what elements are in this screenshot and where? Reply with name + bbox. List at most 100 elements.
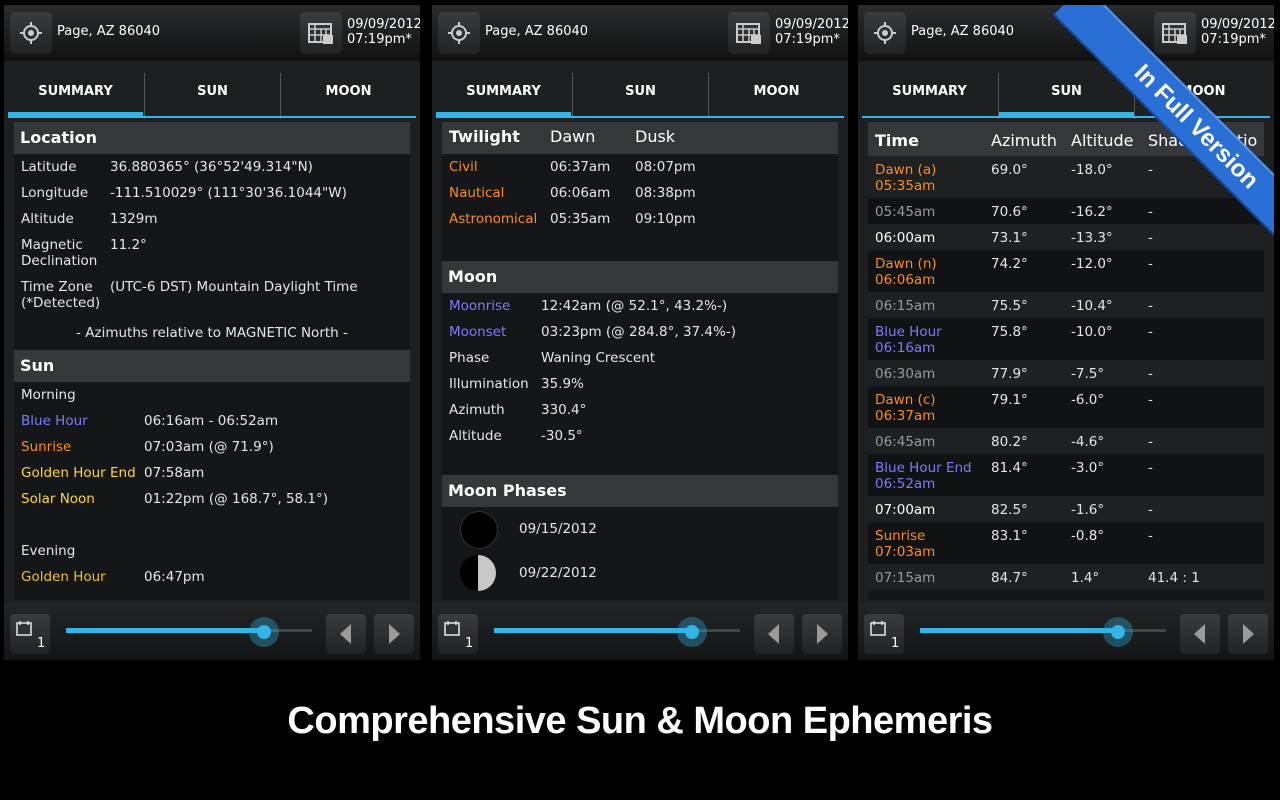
- sun-table-cell: -: [1148, 434, 1153, 450]
- summary-scroll[interactable]: Location Latitude 36.880365° (36°52'49.31…: [14, 122, 410, 600]
- tab-sun[interactable]: SUN: [144, 73, 280, 119]
- crosshair-icon: [448, 22, 470, 44]
- sun-table-cell: 77.9°: [991, 366, 1028, 382]
- sun-table-cell: -6.0°: [1071, 392, 1105, 408]
- sun-table-row: Dawn (n) 74.2° -12.0° - 06:06am: [868, 250, 1264, 292]
- sun-table-cell: 75.5°: [991, 298, 1028, 314]
- sun-table-cell: 41.4 : 1: [1148, 570, 1200, 586]
- chevron-left-icon: [768, 624, 779, 644]
- chevron-left-icon: [1194, 624, 1205, 644]
- moon-phase-item[interactable]: 09/15/2012: [442, 507, 838, 551]
- sun-table-cell: 80.2°: [991, 434, 1028, 450]
- summary-scroll[interactable]: Twilight Dawn Dusk Civil 06:37am 08:07pm N…: [442, 122, 838, 600]
- sun-table-cell: -12.0°: [1071, 256, 1113, 272]
- tab-summary[interactable]: SUMMARY: [8, 73, 143, 119]
- sun-table-cell: 82.5°: [991, 502, 1028, 518]
- tab-bar: SUMMARY SUN MOON: [8, 73, 416, 119]
- morning-label-row: Morning: [21, 387, 76, 403]
- sun-row: Blue Hour 06:16am - 06:52am: [21, 413, 279, 429]
- date-button[interactable]: [728, 12, 770, 54]
- sun-table-cell: -: [1148, 502, 1153, 518]
- twilight-row: Nautical 06:06am 08:38pm: [449, 185, 696, 201]
- location-label: Page, AZ 86040: [57, 24, 161, 39]
- sun-table-cell: -7.5°: [1071, 366, 1105, 382]
- tab-bar: SUMMARY SUN MOON: [436, 73, 844, 119]
- calendar-icon: [736, 23, 761, 44]
- day-count-button[interactable]: 1: [864, 614, 904, 654]
- sun-table-row: 06:15am 75.5° -10.4° -: [868, 292, 1264, 318]
- moon-phase-item[interactable]: 09/22/2012: [442, 551, 838, 595]
- twilight-header: Twilight Dawn Dusk: [442, 122, 838, 154]
- sun-table-row: Dawn (c) 79.1° -6.0° - 06:37am: [868, 386, 1264, 428]
- time-slider-bar: 1: [4, 603, 420, 660]
- sun-table-cell: Blue Hour End: [875, 460, 972, 476]
- tab-summary[interactable]: SUMMARY: [436, 73, 571, 119]
- moon-row: Moonrise 12:42am (@ 52.1°, 43.2%-): [449, 298, 728, 314]
- sun-table-cell-time: 07:03am: [875, 544, 936, 560]
- evening-label-row: Evening: [21, 543, 76, 559]
- tab-moon[interactable]: MOON: [708, 73, 844, 119]
- full-version-ribbon-clip: In Full Version: [858, 5, 1274, 255]
- small-calendar-icon: [870, 621, 886, 636]
- promo-caption: Comprehensive Sun & Moon Ephemeris: [287, 700, 993, 742]
- tab-sun[interactable]: SUN: [572, 73, 708, 119]
- location-section-title: Location: [14, 122, 410, 154]
- calendar-icon: [308, 23, 333, 44]
- sun-table-cell: -: [1148, 528, 1153, 544]
- small-calendar-icon: [16, 621, 32, 636]
- tab-underline: [436, 116, 844, 118]
- date-button[interactable]: [300, 12, 342, 54]
- summary-panel: Page, AZ 86040 09/09/2012 07:19pm* SUMMAR…: [4, 5, 420, 660]
- sun-section-title: Sun: [14, 350, 410, 382]
- next-button[interactable]: [802, 614, 842, 654]
- sun-table-row: 06:30am 77.9° -7.5° -: [868, 360, 1264, 386]
- sun-table-row: Sunrise 83.1° -0.8° - 07:03am: [868, 522, 1264, 564]
- slider-fill: [66, 628, 264, 633]
- summary-scrolled-panel: Page, AZ 86040 09/09/2012 07:19pm* SUMMAR…: [432, 5, 848, 660]
- sun-table-cell-time: 06:37am: [875, 408, 936, 424]
- sun-table-cell: -: [1148, 324, 1153, 340]
- location-row: Altitude 1329m: [21, 211, 158, 227]
- sun-table-cell: Blue Hour: [875, 324, 942, 340]
- sun-table-cell-time: 06:52am: [875, 476, 936, 492]
- moon-row: Altitude -30.5°: [449, 428, 583, 444]
- tab-moon[interactable]: MOON: [280, 73, 416, 119]
- day-count-button[interactable]: 1: [10, 614, 50, 654]
- location-button[interactable]: [10, 12, 52, 54]
- time-slider-bar: 1: [432, 603, 848, 660]
- sun-table-cell: 83.1°: [991, 528, 1028, 544]
- sun-table-cell: -: [1148, 298, 1153, 314]
- action-bar: Page, AZ 86040 09/09/2012 07:19pm*: [432, 5, 848, 61]
- next-button[interactable]: [374, 614, 414, 654]
- previous-button[interactable]: [754, 614, 794, 654]
- twilight-row: Civil 06:37am 08:07pm: [449, 159, 696, 175]
- moon-row: Illumination 35.9%: [449, 376, 584, 392]
- location-button[interactable]: [438, 12, 480, 54]
- slider-fill: [494, 628, 692, 633]
- slider-thumb[interactable]: [1103, 617, 1133, 647]
- sun-table-cell: 81.4°: [991, 460, 1028, 476]
- day-count-button[interactable]: 1: [438, 614, 478, 654]
- chevron-right-icon: [389, 624, 400, 644]
- action-bar: Page, AZ 86040 09/09/2012 07:19pm*: [4, 5, 420, 61]
- moon-row: Phase Waning Crescent: [449, 350, 656, 366]
- azimuth-note: - Azimuths relative to MAGNETIC North -: [76, 325, 348, 341]
- sun-table-row: 07:15am 84.7° 1.4° 41.4 : 1: [868, 564, 1264, 590]
- sun-table-cell: -3.0°: [1071, 460, 1105, 476]
- sun-table-cell: Sunrise: [875, 528, 926, 544]
- sun-table-row: 06:45am 80.2° -4.6° -: [868, 428, 1264, 454]
- previous-button[interactable]: [326, 614, 366, 654]
- slider-thumb[interactable]: [677, 617, 707, 647]
- moon-phases-title: Moon Phases: [442, 475, 838, 507]
- sun-table-cell: 06:30am: [875, 366, 936, 382]
- next-button[interactable]: [1228, 614, 1268, 654]
- sun-row: Golden Hour End 07:58am: [21, 465, 205, 481]
- previous-button[interactable]: [1180, 614, 1220, 654]
- sun-table-cell-time: 06:06am: [875, 272, 936, 288]
- slider-thumb[interactable]: [249, 617, 279, 647]
- sun-table-cell: -10.4°: [1071, 298, 1113, 314]
- sun-table-row: Blue Hour 75.8° -10.0° - 06:16am: [868, 318, 1264, 360]
- first-quarter-moon-icon: [460, 555, 496, 591]
- sun-table-cell: Dawn (c): [875, 392, 936, 408]
- sun-row: Sunrise 07:03am (@ 71.9°): [21, 439, 274, 455]
